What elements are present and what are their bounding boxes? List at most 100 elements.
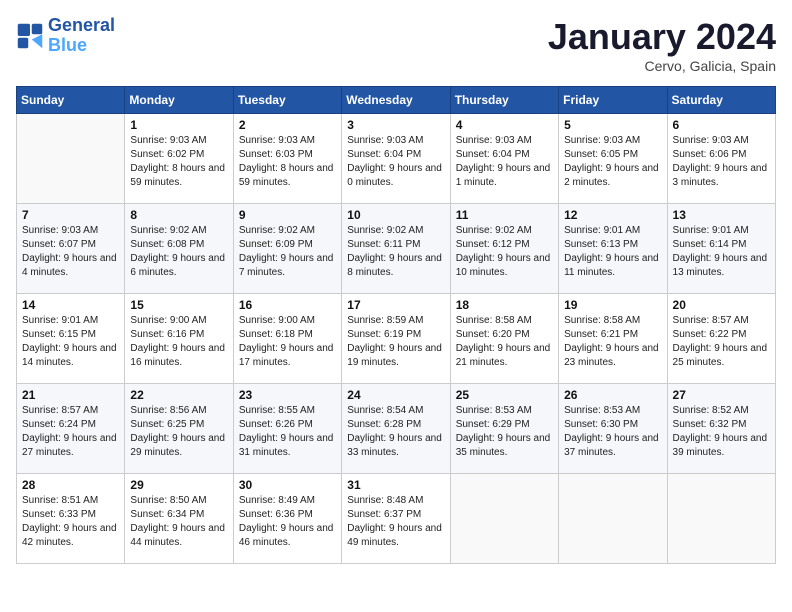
logo-icon [16, 22, 44, 50]
day-number: 29 [130, 478, 227, 492]
day-number: 8 [130, 208, 227, 222]
calendar-cell: 9Sunrise: 9:02 AM Sunset: 6:09 PM Daylig… [233, 204, 341, 294]
day-number: 11 [456, 208, 553, 222]
day-number: 25 [456, 388, 553, 402]
day-info: Sunrise: 8:58 AM Sunset: 6:20 PM Dayligh… [456, 314, 553, 370]
day-info: Sunrise: 9:01 AM Sunset: 6:13 PM Dayligh… [564, 224, 661, 280]
calendar-cell [17, 114, 125, 204]
page-header: General Blue January 2024 Cervo, Galicia… [16, 16, 776, 74]
calendar-cell: 6Sunrise: 9:03 AM Sunset: 6:06 PM Daylig… [667, 114, 775, 204]
calendar-cell: 2 Sunrise: 9:03 AM Sunset: 6:03 PM Daylig… [233, 114, 341, 204]
calendar-cell: 14 Sunrise: 9:01 AM Sunset: 6:15 PM Dayli… [17, 294, 125, 384]
logo-text: General Blue [48, 16, 115, 56]
day-number: 28 [22, 478, 119, 492]
day-number: 5 [564, 118, 661, 132]
day-info: Sunrise: 9:03 AM Sunset: 6:05 PM Dayligh… [564, 134, 661, 190]
title-area: January 2024 Cervo, Galicia, Spain [548, 16, 776, 74]
calendar-cell [450, 474, 558, 564]
day-number: 26 [564, 388, 661, 402]
header-friday: Friday [559, 87, 667, 114]
calendar-table: SundayMondayTuesdayWednesdayThursdayFrid… [16, 86, 776, 564]
calendar-cell: 20Sunrise: 8:57 AM Sunset: 6:22 PM Dayli… [667, 294, 775, 384]
day-number: 16 [239, 298, 336, 312]
day-number: 14 [22, 298, 119, 312]
calendar-cell: 15 Sunrise: 9:00 AM Sunset: 6:16 PM Dayli… [125, 294, 233, 384]
day-number: 21 [22, 388, 119, 402]
logo-blue: Blue [48, 36, 115, 56]
day-info: Sunrise: 9:03 AM Sunset: 6:03 PM Dayligh… [239, 134, 336, 190]
day-info: Sunrise: 8:57 AM Sunset: 6:24 PM Dayligh… [22, 404, 119, 460]
day-info: Sunrise: 8:53 AM Sunset: 6:30 PM Dayligh… [564, 404, 661, 460]
week-row-4: 21 Sunrise: 8:57 AM Sunset: 6:24 PM Dayli… [17, 384, 776, 474]
calendar-cell: 3 Sunrise: 9:03 AM Sunset: 6:04 PM Daylig… [342, 114, 450, 204]
calendar-body: 1 Sunrise: 9:03 AM Sunset: 6:02 PM Daylig… [17, 114, 776, 564]
day-info: Sunrise: 8:59 AM Sunset: 6:19 PM Dayligh… [347, 314, 444, 370]
day-info: Sunrise: 8:52 AM Sunset: 6:32 PM Dayligh… [673, 404, 770, 460]
calendar-cell [667, 474, 775, 564]
day-info: Sunrise: 9:03 AM Sunset: 6:04 PM Dayligh… [347, 134, 444, 190]
calendar-cell: 10Sunrise: 9:02 AM Sunset: 6:11 PM Dayli… [342, 204, 450, 294]
day-info: Sunrise: 8:56 AM Sunset: 6:25 PM Dayligh… [130, 404, 227, 460]
day-number: 15 [130, 298, 227, 312]
day-number: 7 [22, 208, 119, 222]
day-info: Sunrise: 8:58 AM Sunset: 6:21 PM Dayligh… [564, 314, 661, 370]
day-info: Sunrise: 9:01 AM Sunset: 6:15 PM Dayligh… [22, 314, 119, 370]
calendar-cell: 7 Sunrise: 9:03 AM Sunset: 6:07 PM Daylig… [17, 204, 125, 294]
week-row-2: 7 Sunrise: 9:03 AM Sunset: 6:07 PM Daylig… [17, 204, 776, 294]
header-saturday: Saturday [667, 87, 775, 114]
calendar-cell: 29 Sunrise: 8:50 AM Sunset: 6:34 PM Dayli… [125, 474, 233, 564]
day-number: 23 [239, 388, 336, 402]
calendar-cell: 12 Sunrise: 9:01 AM Sunset: 6:13 PM Dayli… [559, 204, 667, 294]
day-number: 3 [347, 118, 444, 132]
calendar-cell [559, 474, 667, 564]
day-info: Sunrise: 8:49 AM Sunset: 6:36 PM Dayligh… [239, 494, 336, 550]
header-sunday: Sunday [17, 87, 125, 114]
day-info: Sunrise: 9:03 AM Sunset: 6:07 PM Dayligh… [22, 224, 119, 280]
week-row-5: 28 Sunrise: 8:51 AM Sunset: 6:33 PM Dayli… [17, 474, 776, 564]
day-info: Sunrise: 9:00 AM Sunset: 6:16 PM Dayligh… [130, 314, 227, 370]
calendar-cell: 25 Sunrise: 8:53 AM Sunset: 6:29 PM Dayli… [450, 384, 558, 474]
calendar-cell: 23 Sunrise: 8:55 AM Sunset: 6:26 PM Dayli… [233, 384, 341, 474]
calendar-cell: 8Sunrise: 9:02 AM Sunset: 6:08 PM Daylig… [125, 204, 233, 294]
calendar-cell: 28 Sunrise: 8:51 AM Sunset: 6:33 PM Dayli… [17, 474, 125, 564]
day-info: Sunrise: 8:51 AM Sunset: 6:33 PM Dayligh… [22, 494, 119, 550]
day-info: Sunrise: 8:57 AM Sunset: 6:22 PM Dayligh… [673, 314, 770, 370]
day-number: 2 [239, 118, 336, 132]
day-number: 30 [239, 478, 336, 492]
day-info: Sunrise: 8:48 AM Sunset: 6:37 PM Dayligh… [347, 494, 444, 550]
calendar-cell: 5 Sunrise: 9:03 AM Sunset: 6:05 PM Daylig… [559, 114, 667, 204]
logo: General Blue [16, 16, 115, 56]
calendar-cell: 11 Sunrise: 9:02 AM Sunset: 6:12 PM Dayli… [450, 204, 558, 294]
header-monday: Monday [125, 87, 233, 114]
day-number: 1 [130, 118, 227, 132]
calendar-cell: 21 Sunrise: 8:57 AM Sunset: 6:24 PM Dayli… [17, 384, 125, 474]
day-number: 4 [456, 118, 553, 132]
calendar-cell: 18 Sunrise: 8:58 AM Sunset: 6:20 PM Dayli… [450, 294, 558, 384]
day-info: Sunrise: 9:03 AM Sunset: 6:02 PM Dayligh… [130, 134, 227, 190]
day-info: Sunrise: 8:53 AM Sunset: 6:29 PM Dayligh… [456, 404, 553, 460]
day-number: 18 [456, 298, 553, 312]
calendar-cell: 24 Sunrise: 8:54 AM Sunset: 6:28 PM Dayli… [342, 384, 450, 474]
day-number: 27 [673, 388, 770, 402]
day-info: Sunrise: 9:00 AM Sunset: 6:18 PM Dayligh… [239, 314, 336, 370]
day-info: Sunrise: 9:02 AM Sunset: 6:11 PM Dayligh… [347, 224, 444, 280]
calendar-cell: 16 Sunrise: 9:00 AM Sunset: 6:18 PM Dayli… [233, 294, 341, 384]
calendar-cell: 27 Sunrise: 8:52 AM Sunset: 6:32 PM Dayli… [667, 384, 775, 474]
header-wednesday: Wednesday [342, 87, 450, 114]
day-info: Sunrise: 9:02 AM Sunset: 6:12 PM Dayligh… [456, 224, 553, 280]
day-number: 24 [347, 388, 444, 402]
day-info: Sunrise: 9:02 AM Sunset: 6:09 PM Dayligh… [239, 224, 336, 280]
day-info: Sunrise: 9:03 AM Sunset: 6:04 PM Dayligh… [456, 134, 553, 190]
day-number: 17 [347, 298, 444, 312]
day-number: 31 [347, 478, 444, 492]
day-info: Sunrise: 8:54 AM Sunset: 6:28 PM Dayligh… [347, 404, 444, 460]
day-number: 22 [130, 388, 227, 402]
day-info: Sunrise: 8:50 AM Sunset: 6:34 PM Dayligh… [130, 494, 227, 550]
day-info: Sunrise: 8:55 AM Sunset: 6:26 PM Dayligh… [239, 404, 336, 460]
day-number: 12 [564, 208, 661, 222]
calendar-cell: 13Sunrise: 9:01 AM Sunset: 6:14 PM Dayli… [667, 204, 775, 294]
calendar-cell: 4 Sunrise: 9:03 AM Sunset: 6:04 PM Daylig… [450, 114, 558, 204]
day-number: 6 [673, 118, 770, 132]
day-info: Sunrise: 9:01 AM Sunset: 6:14 PM Dayligh… [673, 224, 770, 280]
calendar-cell: 26 Sunrise: 8:53 AM Sunset: 6:30 PM Dayli… [559, 384, 667, 474]
